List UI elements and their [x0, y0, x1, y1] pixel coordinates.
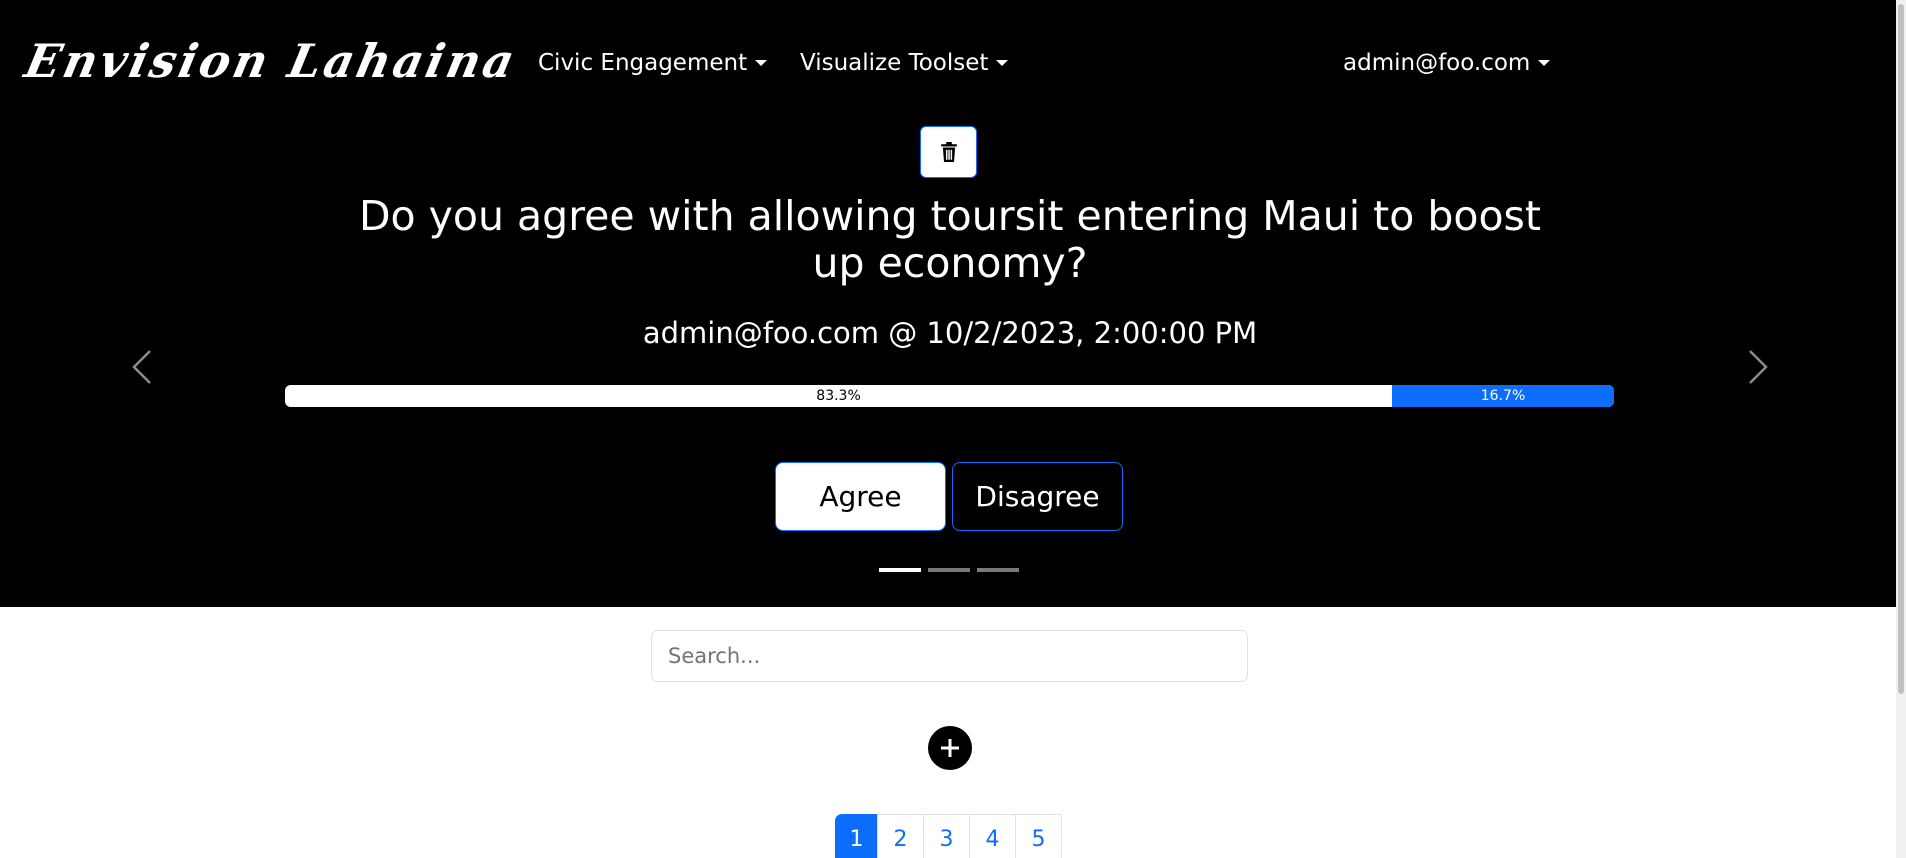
nav-user-menu-label: admin@foo.com [1343, 50, 1531, 76]
nav-civic-engagement-label: Civic Engagement [538, 50, 748, 76]
disagree-progress-segment: 16.7% [1392, 385, 1614, 407]
add-question-button[interactable] [928, 726, 972, 770]
carousel-next-button[interactable] [1742, 347, 1772, 387]
page-link-4[interactable]: 4 [969, 814, 1016, 858]
page-link-2[interactable]: 2 [877, 814, 924, 858]
plus-icon [941, 739, 959, 757]
nav-civic-engagement[interactable]: Civic Engagement [538, 50, 768, 76]
question-byline: admin@foo.com @ 10/2/2023, 2:00:00 PM [642, 316, 1258, 350]
search-input[interactable] [651, 630, 1248, 682]
agree-progress-segment: 83.3% [285, 385, 1393, 407]
carousel-indicator-1[interactable] [879, 568, 921, 572]
page-link-3[interactable]: 3 [923, 814, 970, 858]
agree-button[interactable]: Agree [775, 462, 946, 531]
carousel-hero: Envision Lahaina Civic Engagement Visual… [0, 0, 1896, 607]
carousel-prev-button[interactable] [128, 347, 158, 387]
trash-icon [940, 142, 957, 162]
caret-down-icon [755, 60, 768, 66]
page-link-1[interactable]: 1 [835, 814, 878, 858]
brand-logo[interactable]: Envision Lahaina [20, 34, 522, 88]
page-scrollbar-thumb[interactable] [1898, 4, 1904, 694]
chevron-right-icon [1749, 350, 1768, 384]
caret-down-icon [1538, 60, 1551, 66]
vote-progress-bar: 83.3% 16.7% [285, 385, 1614, 407]
delete-question-button[interactable] [920, 126, 977, 178]
nav-user-menu[interactable]: admin@foo.com [1343, 50, 1551, 76]
question-title: Do you agree with allowing toursit enter… [358, 192, 1541, 287]
nav-visualize-toolset[interactable]: Visualize Toolset [800, 50, 1009, 76]
carousel-indicator-3[interactable] [977, 568, 1019, 572]
disagree-button[interactable]: Disagree [952, 462, 1123, 531]
nav-visualize-toolset-label: Visualize Toolset [800, 50, 989, 76]
caret-down-icon [996, 60, 1009, 66]
chevron-left-icon [132, 350, 151, 384]
page-link-5[interactable]: 5 [1015, 814, 1062, 858]
carousel-indicator-2[interactable] [928, 568, 970, 572]
pagination: 1 2 3 4 5 [835, 814, 1062, 858]
